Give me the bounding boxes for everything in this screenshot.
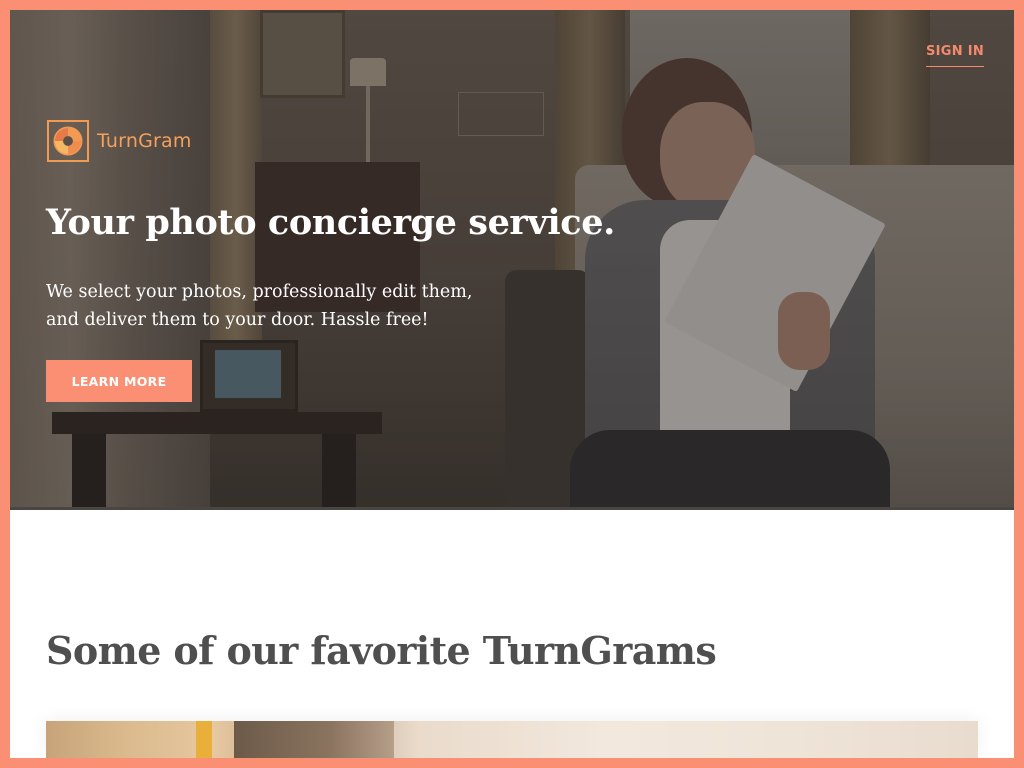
gallery-image-detail xyxy=(196,721,212,758)
hero-section: SIGN IN TurnGram Your photo concierge se… xyxy=(10,10,1014,510)
spiral-aperture-icon xyxy=(47,120,89,162)
gallery-image-detail xyxy=(234,721,394,758)
hero-subtitle-line-2: and deliver them to your door. Hassle fr… xyxy=(46,310,429,330)
hero-title: Your photo concierge service. xyxy=(46,202,615,243)
favorites-title: Some of our favorite TurnGrams xyxy=(46,628,717,673)
learn-more-button[interactable]: LEARN MORE xyxy=(46,360,192,402)
hero-dark-overlay xyxy=(10,10,1014,510)
brand-logo[interactable]: TurnGram xyxy=(47,120,192,162)
page-frame: SIGN IN TurnGram Your photo concierge se… xyxy=(10,10,1014,758)
hero-subtitle-line-1: We select your photos, professionally ed… xyxy=(46,282,473,302)
hero-subtitle: We select your photos, professionally ed… xyxy=(46,278,516,334)
sign-in-link[interactable]: SIGN IN xyxy=(926,44,985,67)
hero-bottom-rule xyxy=(10,507,1014,510)
favorite-turngram-image[interactable] xyxy=(46,721,978,758)
brand-name: TurnGram xyxy=(97,130,192,152)
